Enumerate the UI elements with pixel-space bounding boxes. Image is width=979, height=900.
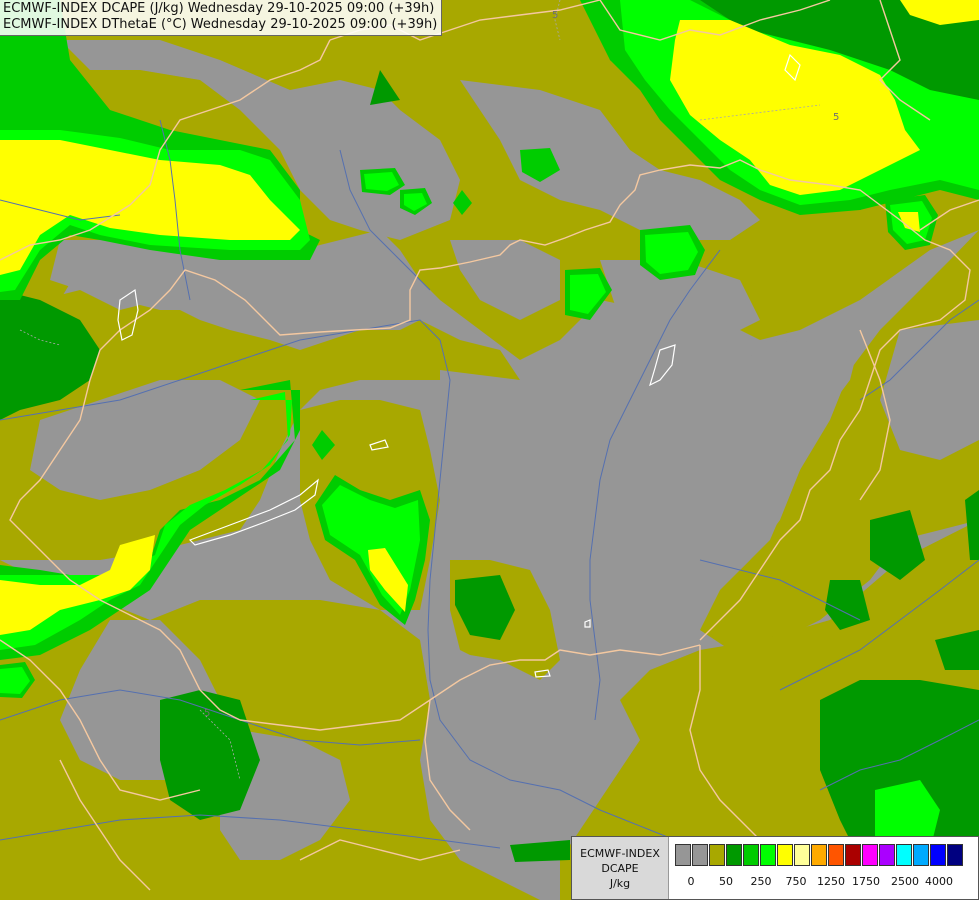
legend-title: ECMWF-INDEX DCAPE J/kg (572, 837, 669, 899)
legend-swatch (947, 844, 963, 866)
legend-swatch (709, 844, 725, 866)
legend-tick-label: 1750 (852, 875, 880, 888)
legend-tick-label: 2500 (891, 875, 919, 888)
contour-label: 5 (833, 112, 839, 123)
legend-swatch (743, 844, 759, 866)
map-title-box: ECMWF-INDEX DCAPE (J/kg) Wednesday 29-10… (0, 0, 443, 36)
legend-swatch (879, 844, 895, 866)
legend-swatch (845, 844, 861, 866)
legend-swatch (692, 844, 708, 866)
legend-swatch (828, 844, 844, 866)
contour-label: 5 (552, 10, 558, 21)
legend-unit: J/kg (609, 876, 631, 890)
map-title-dcape: ECMWF-INDEX DCAPE (J/kg) Wednesday 29-10… (3, 1, 435, 16)
legend-swatch-row (675, 844, 964, 866)
legend-swatch (760, 844, 776, 866)
dcape-map: 5 5 5 (0, 0, 979, 900)
legend-tick-label: 1250 (817, 875, 845, 888)
legend-swatch (726, 844, 742, 866)
legend-swatch (777, 844, 793, 866)
legend-swatch (913, 844, 929, 866)
legend-tick-label: 250 (750, 875, 772, 888)
legend-field: DCAPE (601, 861, 639, 875)
map-title-dthetae: ECMWF-INDEX DThetaE (°C) Wednesday 29-10… (3, 17, 438, 32)
legend-swatch (930, 844, 946, 866)
legend-color-scale: 0 50 250 750 1250 1750 2500 4000 (669, 837, 978, 899)
legend-tick-label: 0 (687, 875, 695, 888)
legend-swatch (862, 844, 878, 866)
legend-swatch (811, 844, 827, 866)
legend-model: ECMWF-INDEX (580, 846, 660, 860)
legend-tick-label: 50 (719, 875, 733, 888)
contour-label: 5 (204, 708, 210, 719)
legend-swatch (675, 844, 691, 866)
color-legend: ECMWF-INDEX DCAPE J/kg 0 50 250 750 1250… (571, 836, 979, 900)
legend-swatch (896, 844, 912, 866)
legend-tick-label: 750 (785, 875, 807, 888)
legend-swatch (794, 844, 810, 866)
legend-tick-label: 4000 (925, 875, 953, 888)
